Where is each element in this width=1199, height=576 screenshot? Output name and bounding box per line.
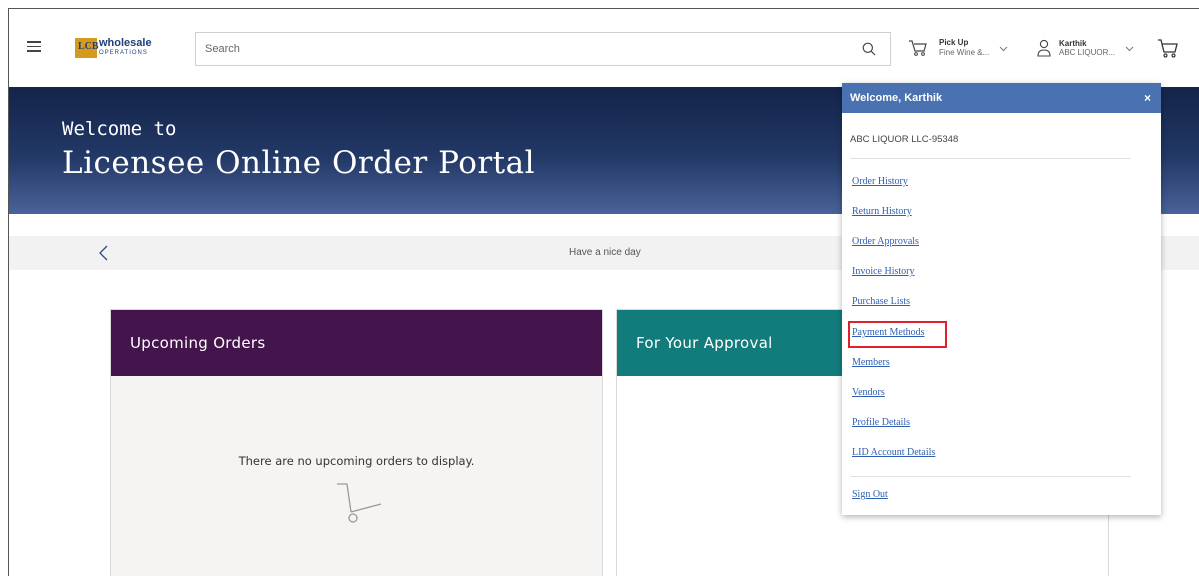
user-account: ABC LIQUOR... bbox=[1059, 48, 1116, 57]
menu-link-purchase-lists[interactable]: Purchase Lists bbox=[852, 296, 910, 307]
upcoming-orders-title: Upcoming Orders bbox=[111, 310, 602, 376]
pickup-cart-icon bbox=[909, 40, 927, 56]
banner-title: Licensee Online Order Portal bbox=[62, 145, 536, 181]
upcoming-orders-body: There are no upcoming orders to display. bbox=[111, 376, 602, 576]
menu-link-sign-out[interactable]: Sign Out bbox=[852, 489, 888, 500]
search-input[interactable] bbox=[196, 33, 836, 65]
chevron-left-icon[interactable] bbox=[97, 244, 109, 262]
user-icon bbox=[1037, 39, 1051, 57]
pickup-title: Pick Up bbox=[939, 38, 969, 47]
hamburger-icon[interactable] bbox=[27, 41, 41, 52]
dropdown-header: Welcome, Karthik × bbox=[842, 83, 1161, 113]
user-name: Karthik bbox=[1059, 39, 1087, 48]
cart-icon[interactable] bbox=[1157, 37, 1179, 59]
chevron-down-icon bbox=[1125, 46, 1134, 51]
account-name: ABC LIQUOR LLC-95348 bbox=[850, 134, 959, 145]
divider bbox=[850, 476, 1131, 477]
empty-state-text: There are no upcoming orders to display. bbox=[238, 454, 475, 468]
menu-link-members[interactable]: Members bbox=[852, 357, 890, 368]
logo-subtext: OPERATIONS bbox=[99, 50, 148, 56]
menu-link-invoice-history[interactable]: Invoice History bbox=[852, 266, 915, 277]
pickup-selector[interactable]: Pick Up Fine Wine &... bbox=[907, 33, 1008, 63]
menu-link-lid-account-details[interactable]: LID Account Details bbox=[852, 447, 935, 458]
menu-link-profile-details[interactable]: Profile Details bbox=[852, 417, 910, 428]
pickup-store: Fine Wine &... bbox=[939, 48, 990, 57]
logo[interactable]: LCB wholesale OPERATIONS bbox=[75, 33, 152, 63]
upcoming-orders-card: Upcoming Orders There are no upcoming or… bbox=[110, 309, 603, 576]
logo-mark: LCB bbox=[75, 38, 99, 58]
menu-link-return-history[interactable]: Return History bbox=[852, 206, 912, 217]
search-icon[interactable] bbox=[862, 42, 876, 56]
logo-mark-text: LCB bbox=[78, 41, 99, 52]
close-icon[interactable]: × bbox=[1144, 83, 1151, 113]
menu-link-order-approvals[interactable]: Order Approvals bbox=[852, 236, 919, 247]
top-header: LCB wholesale OPERATIONS Pick Up Fine Wi… bbox=[9, 9, 1199, 87]
app-frame: LCB wholesale OPERATIONS Pick Up Fine Wi… bbox=[8, 8, 1199, 576]
highlight-box bbox=[848, 321, 947, 348]
chevron-down-icon bbox=[999, 46, 1008, 51]
user-menu-toggle[interactable]: Karthik ABC LIQUOR... bbox=[1037, 33, 1134, 63]
menu-link-vendors[interactable]: Vendors bbox=[852, 387, 885, 398]
logo-text: wholesale bbox=[99, 37, 152, 49]
carousel-message: Have a nice day bbox=[569, 247, 641, 258]
divider bbox=[850, 158, 1131, 159]
menu-link-order-history[interactable]: Order History bbox=[852, 176, 908, 187]
user-dropdown-menu: Welcome, Karthik × ABC LIQUOR LLC-95348 … bbox=[842, 83, 1161, 515]
dropdown-welcome: Welcome, Karthik bbox=[850, 92, 943, 104]
trolley-icon bbox=[337, 483, 382, 523]
banner-line1: Welcome to bbox=[62, 118, 177, 140]
search-box bbox=[195, 32, 891, 66]
